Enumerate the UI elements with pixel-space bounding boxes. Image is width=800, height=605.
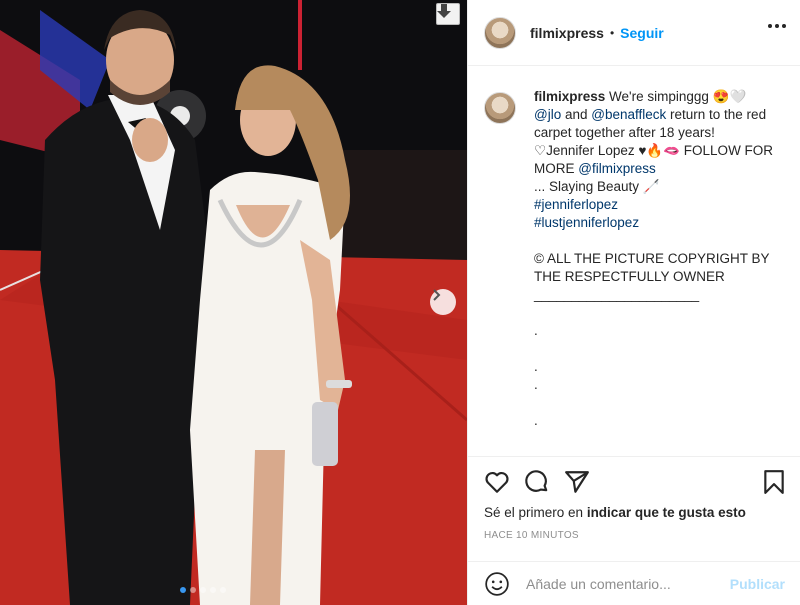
chevron-right-icon: [433, 289, 441, 301]
mention-link[interactable]: @jlo: [534, 107, 561, 122]
smiley-icon[interactable]: [484, 571, 510, 597]
carousel-dot: [200, 587, 206, 593]
post-actions: Sé el primero en indicar que te gusta es…: [468, 456, 800, 605]
photo-illustration: [0, 0, 467, 605]
comment-icon[interactable]: [524, 469, 550, 495]
caption-dot: .: [534, 377, 538, 392]
caption-dot: .: [534, 413, 538, 428]
follow-button[interactable]: Seguir: [620, 25, 664, 41]
carousel-dot: [210, 587, 216, 593]
header-separator: •: [609, 25, 615, 40]
likes-summary: Sé el primero en indicar que te gusta es…: [484, 505, 746, 520]
caption-line: We're simpinggg 😍🤍: [605, 89, 747, 104]
caption-line-block: ♡Jennifer Lopez ♥🔥🫦 FOLLOW FOR MORE @fil…: [534, 142, 774, 178]
caption-dot: .: [534, 323, 538, 338]
carousel-dot: [220, 587, 226, 593]
first-like-link[interactable]: indicar que te gusta esto: [587, 505, 746, 520]
heart-icon[interactable]: [484, 469, 510, 495]
carousel-next-button[interactable]: [430, 289, 456, 315]
comment-input[interactable]: [526, 576, 730, 592]
caption-line: and: [561, 107, 592, 122]
download-button[interactable]: [436, 3, 460, 25]
publish-button[interactable]: Publicar: [730, 576, 785, 592]
carousel-dot: [180, 587, 186, 593]
caption-copyright: © ALL THE PICTURE COPYRIGHT BY THE RESPE…: [534, 251, 770, 284]
comment-bar: Publicar: [468, 561, 800, 605]
likes-prefix: Sé el primero en: [484, 505, 587, 520]
post-caption: filmixpress We're simpinggg 😍🤍 @jlo and …: [484, 88, 794, 430]
caption-divider: ______________________: [534, 287, 700, 302]
mention-link[interactable]: @benaffleck: [591, 107, 666, 122]
post-photo[interactable]: [0, 0, 467, 605]
post-header: filmixpress • Seguir: [468, 0, 800, 66]
caption-dot: .: [534, 359, 538, 374]
caption-text: filmixpress We're simpinggg 😍🤍 @jlo and …: [534, 88, 774, 430]
caption-line: ... Slaying Beauty 🦯: [534, 179, 660, 194]
carousel-indicator: [180, 587, 226, 593]
post-timestamp[interactable]: HACE 10 MINUTOS: [484, 530, 579, 541]
download-arrow-icon: [437, 4, 451, 18]
more-options-icon[interactable]: [768, 24, 786, 28]
author-avatar[interactable]: [484, 16, 516, 49]
bookmark-icon[interactable]: [761, 469, 787, 495]
carousel-dot: [190, 587, 196, 593]
share-icon[interactable]: [564, 469, 590, 495]
author-username[interactable]: filmixpress: [530, 25, 604, 41]
caption-avatar[interactable]: [484, 92, 516, 124]
post-side-panel: filmixpress • Seguir filmixpress We're s…: [467, 0, 800, 605]
mention-link[interactable]: @filmixpress: [578, 161, 655, 176]
caption-username[interactable]: filmixpress: [534, 89, 605, 104]
hashtag-link[interactable]: #lustjenniferlopez: [534, 214, 774, 232]
action-icons: [484, 469, 590, 495]
hashtag-link[interactable]: #jenniferlopez: [534, 196, 774, 214]
